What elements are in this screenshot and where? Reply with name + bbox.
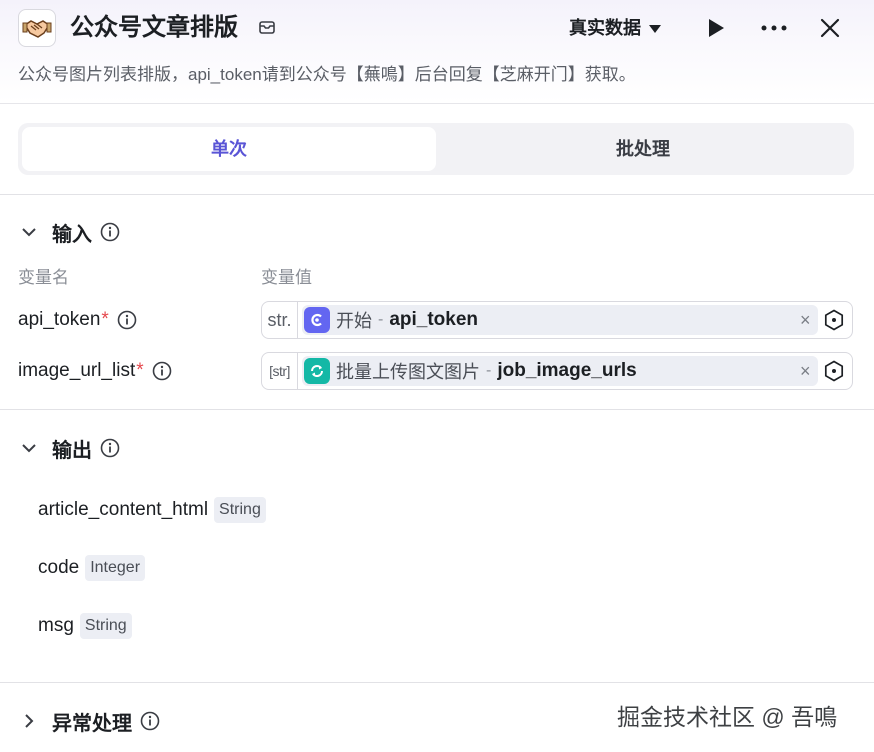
node-name: 开始 [336,311,372,331]
variable-reference[interactable]: 批量上传图文图片 - job_image_urls [302,356,818,386]
tab-single[interactable]: 单次 [22,127,436,171]
clear-icon[interactable]: × [800,310,811,330]
type-badge: Integer [85,555,146,581]
variable-picker-icon[interactable] [822,359,846,383]
data-mode-label: 真实数据 [569,18,641,38]
variable-name-image-url-list: image_url_list * [18,357,172,385]
info-icon[interactable] [100,222,120,242]
output-variable-name: article_content_html [38,499,209,520]
chevron-down-icon[interactable] [18,437,40,459]
column-header-value: 变量值 [261,268,312,287]
variable-value-field[interactable]: str. 开始 - api_token × [261,301,853,339]
node-name: 批量上传图文图片 [336,362,480,382]
error-section-header[interactable]: 异常处理 [18,706,160,736]
type-tag: [str] [262,353,298,389]
data-mode-select[interactable]: 真实数据 [569,14,661,42]
separator: - [378,311,384,328]
input-section-header[interactable]: 输入 [18,217,120,247]
field-name: job_image_urls [497,360,637,381]
play-icon[interactable] [701,13,731,43]
separator: - [486,362,492,379]
error-section-title: 异常处理 [52,712,132,735]
variable-picker-icon[interactable] [822,308,846,332]
required-marker: * [136,360,144,381]
output-variable-name: msg [38,615,74,636]
type-badge: String [79,613,132,639]
info-icon[interactable] [117,310,137,330]
info-icon[interactable] [100,438,120,458]
variable-reference[interactable]: 开始 - api_token [302,305,818,335]
chevron-down-icon[interactable] [18,221,40,243]
type-badge: String [214,497,266,523]
output-section-title: 输出 [52,439,92,462]
loop-node-icon [304,358,330,384]
output-variable-name: code [38,557,80,578]
input-section-title: 输入 [52,223,92,246]
variable-label: api_token [18,309,101,330]
close-icon[interactable] [815,13,845,43]
handshake-icon [18,9,56,47]
start-node-icon [304,307,330,333]
column-header-name: 变量名 [18,268,69,287]
node-title: 公众号文章排版 [70,14,238,41]
chevron-right-icon[interactable] [18,710,40,732]
type-tag: str. [262,302,298,338]
clear-icon[interactable]: × [800,361,811,381]
output-section-header[interactable]: 输出 [18,433,120,463]
variable-name-api-token: api_token * [18,306,137,334]
field-name: api_token [389,309,479,330]
watermark: 掘金技术社区 @ 吾鳴 [617,704,838,730]
output-variable-row: msg String [38,611,132,641]
card-icon[interactable] [258,18,276,41]
divider [0,194,874,195]
divider [0,409,874,410]
variable-label: image_url_list [18,360,136,381]
output-variable-row: code Integer [38,553,146,583]
node-description: 公众号图片列表排版，api_token请到公众号【蕪鳴】后台回复【芝麻开门】获取… [18,65,636,84]
more-icon[interactable] [759,13,789,43]
caret-down-icon [649,14,661,42]
info-icon[interactable] [152,361,172,381]
variable-value-field[interactable]: [str] 批量上传图文图片 - job_image_urls × [261,352,853,390]
info-icon[interactable] [140,711,160,731]
divider [0,682,874,683]
node-header: 公众号文章排版 真实数据 公众号图片列表排版，api_token请到公众号【蕪鳴… [0,0,874,104]
run-mode-tabs: 单次 批处理 [18,123,854,175]
tab-batch[interactable]: 批处理 [436,127,850,171]
required-marker: * [101,309,109,330]
output-variable-row: article_content_html String [38,495,266,525]
